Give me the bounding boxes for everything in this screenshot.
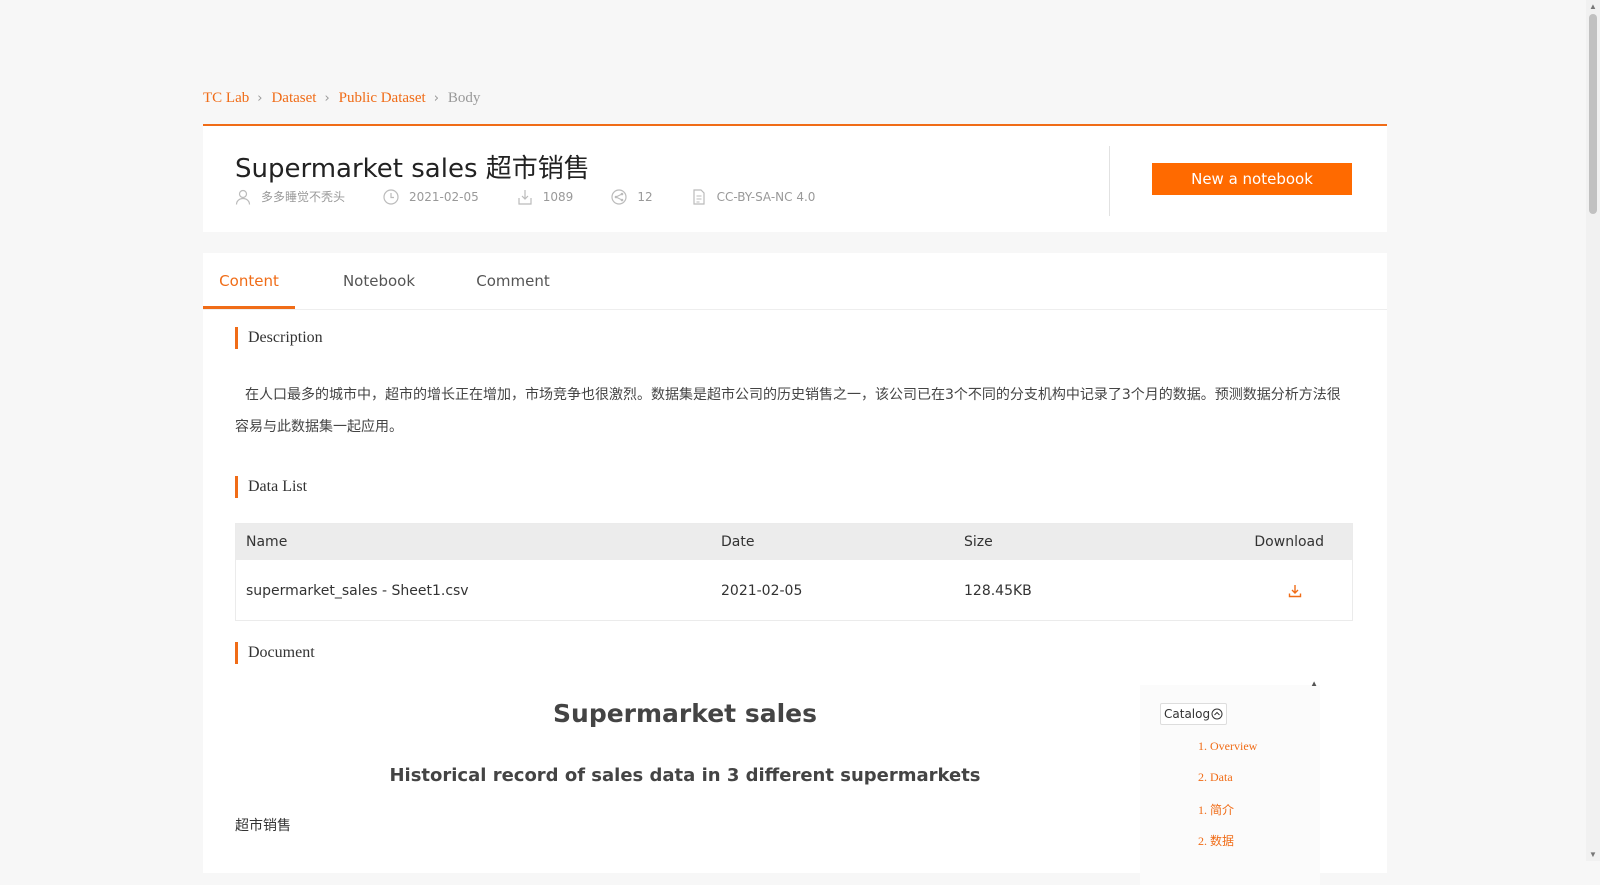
content-card: Content Notebook Comment Description 在人口…: [203, 253, 1387, 885]
scrollbar-thumb[interactable]: [1589, 14, 1597, 214]
chevron-right-icon: ›: [324, 91, 330, 106]
catalog-entry-intro[interactable]: 1. 简介: [1198, 801, 1234, 818]
dataset-header: Supermarket sales 超市销售 多多睡觉不秃头 2021-02-0…: [203, 124, 1387, 232]
license-value: CC-BY-SA-NC 4.0: [716, 189, 816, 204]
downloads-value: 1089: [542, 189, 574, 204]
file-size: 128.45KB: [964, 583, 1032, 599]
tab-bar: Content Notebook Comment: [203, 253, 1387, 310]
meta-shares: 12: [611, 188, 653, 205]
meta-license: CC-BY-SA-NC 4.0: [691, 188, 816, 205]
chevron-up-circle-icon: [1211, 708, 1223, 720]
breadcrumb-public-dataset[interactable]: Public Dataset: [339, 90, 426, 107]
chevron-right-icon: ›: [257, 91, 263, 106]
breadcrumb-tc-lab[interactable]: TC Lab: [203, 90, 249, 107]
file-name: supermarket_sales - Sheet1.csv: [246, 583, 469, 599]
tab-notebook[interactable]: Notebook: [333, 253, 425, 309]
new-notebook-button[interactable]: New a notebook: [1152, 163, 1352, 195]
col-date: Date: [721, 534, 755, 550]
breadcrumb: TC Lab › Dataset › Public Dataset › Body: [203, 90, 480, 107]
date-value: 2021-02-05: [409, 189, 479, 204]
breadcrumb-dataset[interactable]: Dataset: [271, 90, 316, 107]
tab-content[interactable]: Content: [203, 253, 295, 309]
catalog-toggle-button[interactable]: Catalog: [1160, 703, 1228, 725]
header-divider: [1109, 146, 1110, 216]
table-header: Name Date Size Download: [236, 524, 1352, 560]
page-scrollbar[interactable]: ▲ ▼: [1586, 0, 1600, 861]
scroll-down-arrow-icon[interactable]: ▼: [1589, 850, 1597, 859]
catalog-entry-overview[interactable]: 1. Overview: [1198, 739, 1257, 754]
catalog-entry-data-cn[interactable]: 2. 数据: [1198, 832, 1234, 849]
catalog-label: Catalog: [1164, 707, 1211, 721]
file-date: 2021-02-05: [721, 583, 803, 599]
table-row: supermarket_sales - Sheet1.csv 2021-02-0…: [236, 560, 1352, 622]
meta-date: 2021-02-05: [383, 188, 479, 205]
scroll-up-arrow-icon[interactable]: ▲: [1589, 2, 1597, 11]
document-icon: [692, 188, 705, 205]
dataset-meta: 多多睡觉不秃头 2021-02-05 1089 12 CC-BY-SA-NC 4…: [235, 188, 853, 205]
catalog-entry-data[interactable]: 2. Data: [1198, 770, 1233, 785]
share-icon: [611, 188, 627, 205]
col-size: Size: [964, 534, 993, 550]
author-name[interactable]: 多多睡觉不秃头: [261, 188, 345, 205]
download-button[interactable]: [1288, 560, 1302, 622]
scroll-up-icon[interactable]: ▲: [1310, 679, 1318, 688]
download-icon[interactable]: [1288, 584, 1302, 598]
document-heading: Document: [235, 642, 315, 664]
col-download: Download: [1254, 534, 1324, 550]
catalog-panel: ▲ Catalog 1. Overview 2. Data 1. 简介 2. 数…: [1140, 679, 1320, 885]
tab-comment[interactable]: Comment: [467, 253, 559, 309]
breadcrumb-current: Body: [447, 90, 481, 106]
shares-value: 12: [637, 189, 653, 204]
data-list-table: Name Date Size Download supermarket_sale…: [235, 523, 1353, 621]
document-paragraph: 超市销售: [235, 818, 291, 834]
col-name: Name: [246, 534, 288, 550]
clock-icon: [383, 188, 399, 205]
meta-downloads: 1089: [517, 189, 574, 205]
user-icon: [235, 189, 251, 205]
download-count-icon: [518, 189, 532, 205]
document-preview: Supermarket sales Historical record of s…: [235, 679, 1353, 885]
meta-author: 多多睡觉不秃头: [235, 188, 345, 205]
document-title: Supermarket sales: [553, 699, 817, 728]
document-subtitle: Historical record of sales data in 3 dif…: [389, 765, 981, 786]
description-text: 在人口最多的城市中，超市的增长正在增加，市场竞争也很激烈。数据集是超市公司的历史…: [235, 387, 1341, 435]
data-list-heading: Data List: [235, 476, 307, 498]
page-title: Supermarket sales 超市销售: [235, 154, 590, 184]
chevron-right-icon: ›: [433, 91, 439, 106]
description-heading: Description: [235, 327, 323, 349]
